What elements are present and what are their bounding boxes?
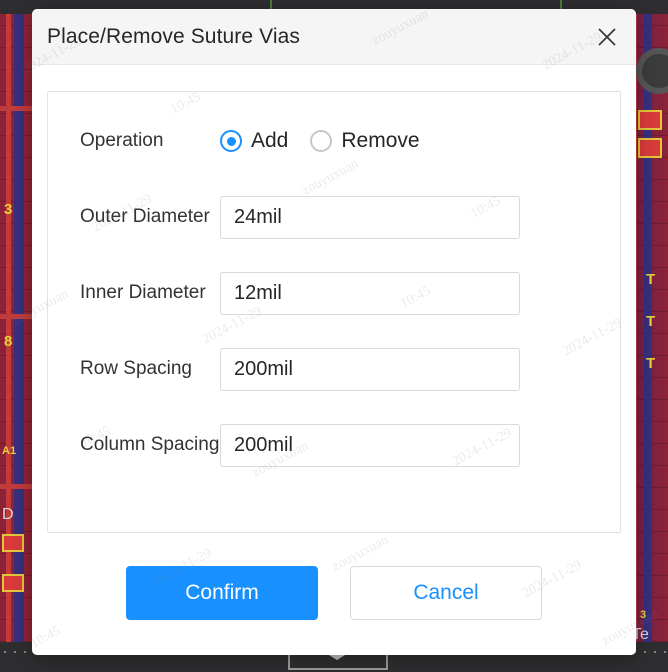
confirm-button[interactable]: Confirm — [126, 565, 318, 620]
pcb-trace — [0, 484, 32, 489]
dialog-footer: Confirm Cancel — [47, 533, 621, 632]
cancel-button[interactable]: Cancel — [350, 565, 542, 620]
pcb-pad — [2, 534, 24, 552]
pcb-trace — [0, 106, 32, 111]
form-row-outer-diameter: Outer Diameter — [48, 188, 620, 246]
pcb-trace — [0, 314, 32, 319]
inner-diameter-input[interactable] — [220, 271, 520, 315]
pcb-pad — [638, 110, 662, 130]
place-remove-suture-vias-dialog: Place/Remove Suture Vias Operation Add R… — [32, 9, 636, 655]
label-outer-diameter: Outer Diameter — [80, 205, 210, 227]
pcb-designator: T — [646, 271, 656, 288]
pcb-designator: T — [646, 313, 656, 330]
pcb-via — [636, 48, 668, 94]
radio-mark-remove[interactable] — [310, 130, 333, 152]
dialog-body: Operation Add Remove Outer Diameter 24mi… — [32, 65, 636, 655]
radio-option-add[interactable]: Add — [220, 129, 288, 153]
pcb-designator: 3 — [4, 201, 13, 218]
pcb-pad — [638, 138, 662, 158]
form-row-inner-diameter: Inner Diameter — [48, 264, 620, 322]
label-row-spacing: Row Spacing — [80, 357, 192, 379]
form-row-operation: Operation Add Remove — [48, 112, 620, 170]
radio-option-remove[interactable]: Remove — [310, 129, 420, 153]
page-title: Place/Remove Suture Vias — [47, 24, 300, 48]
radio-mark-add[interactable] — [220, 130, 242, 152]
suture-via-form-panel: Operation Add Remove Outer Diameter 24mi… — [47, 91, 621, 533]
radio-label-remove: Remove — [341, 129, 420, 152]
pcb-designator: T — [646, 355, 656, 372]
pcb-designator: A1 — [2, 445, 17, 457]
form-row-row-spacing: Row Spacing — [48, 340, 620, 398]
pcb-designator: 8 — [4, 333, 13, 350]
row-spacing-input[interactable] — [220, 347, 520, 391]
label-column-spacing: Column Spacing — [80, 433, 220, 455]
close-icon[interactable] — [588, 18, 626, 56]
radio-label-add: Add — [251, 129, 289, 152]
label-inner-diameter: Inner Diameter — [80, 281, 206, 303]
operation-radio-group[interactable]: Add Remove — [220, 129, 420, 153]
label-operation: Operation — [80, 129, 164, 151]
pcb-silkscreen: D — [2, 506, 14, 523]
dialog-title-bar: Place/Remove Suture Vias — [32, 9, 636, 65]
outer-diameter-input[interactable] — [220, 195, 520, 239]
pcb-designator: 3 — [640, 609, 647, 621]
pcb-pad — [2, 574, 24, 592]
column-spacing-input[interactable] — [220, 423, 520, 467]
form-row-column-spacing: Column Spacing — [48, 416, 620, 474]
